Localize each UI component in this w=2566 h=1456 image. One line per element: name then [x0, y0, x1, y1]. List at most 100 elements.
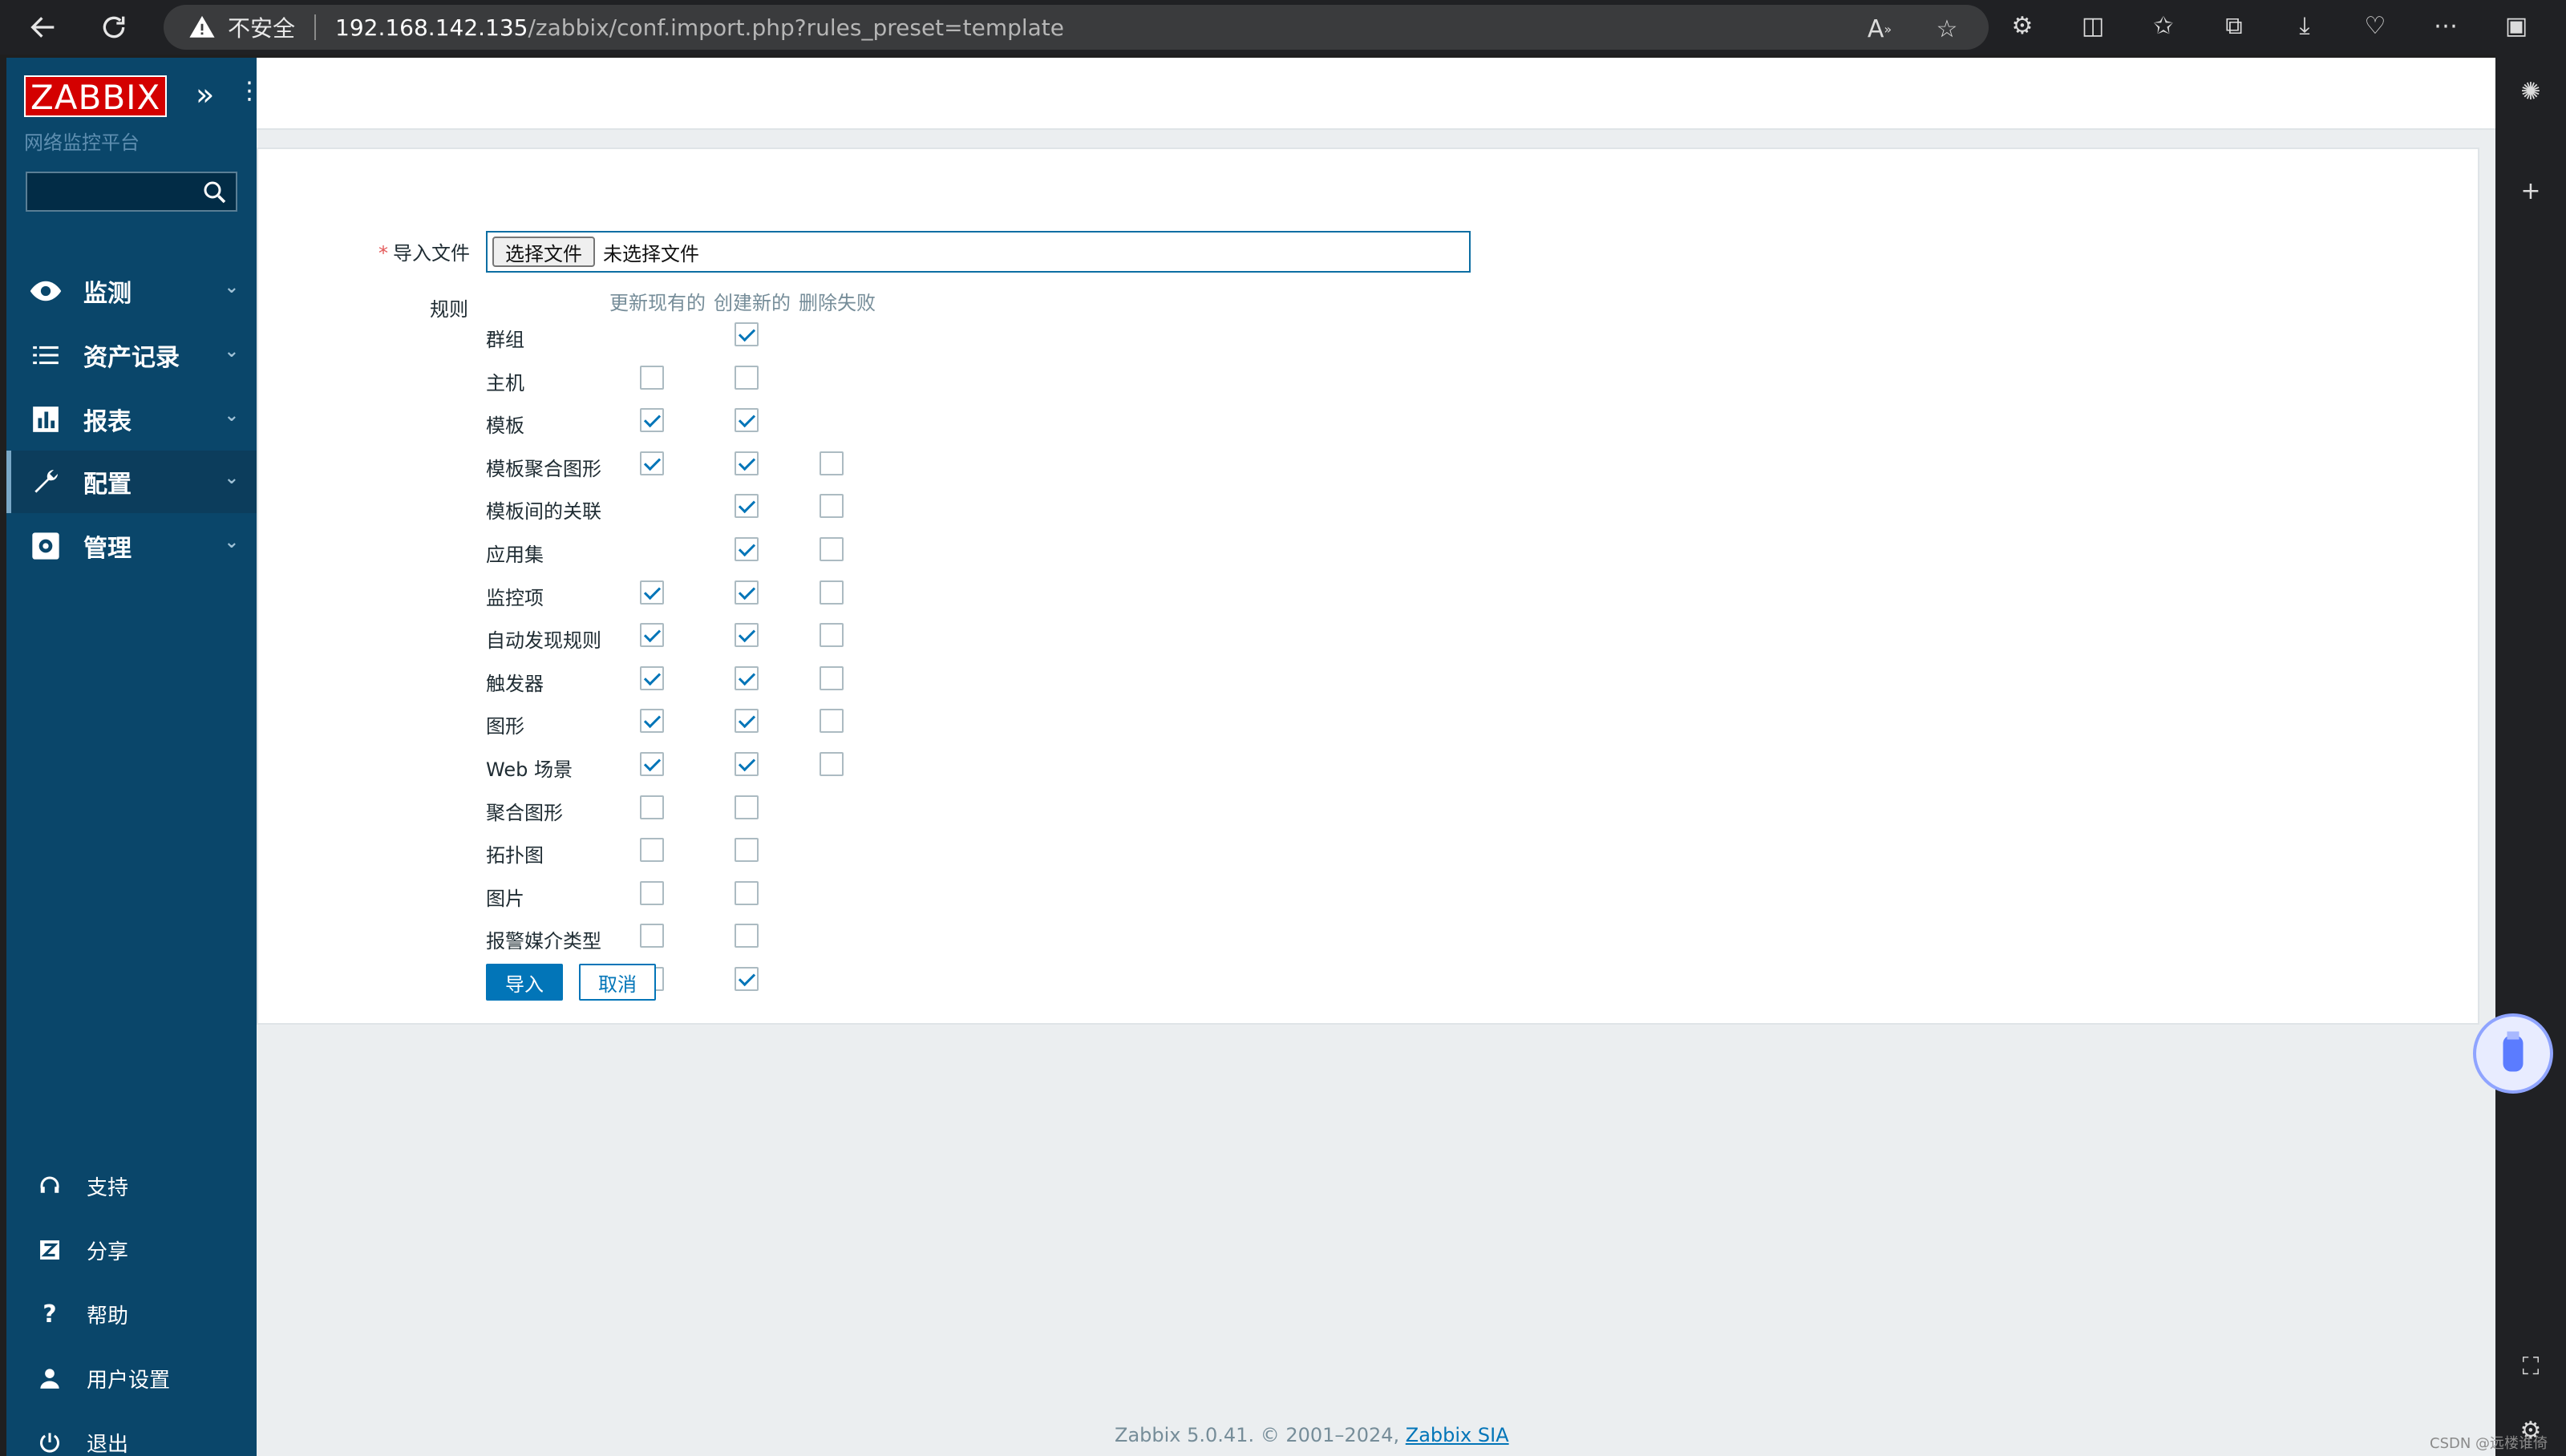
update-checkbox[interactable]: [640, 924, 664, 948]
footer-label: 退出: [87, 1432, 129, 1456]
update-checkbox[interactable]: [640, 580, 664, 605]
help-icon: ?: [42, 1300, 57, 1329]
file-input[interactable]: 选择文件 未选择文件: [486, 231, 1471, 273]
main-content: * 导入文件 选择文件 未选择文件 规则 更新现有的 创建新的 删除失败 群组 主机…: [257, 58, 2495, 1456]
delete-checkbox[interactable]: [820, 580, 844, 605]
create-checkbox[interactable]: [735, 623, 759, 648]
delete-checkbox[interactable]: [820, 665, 844, 690]
search-icon[interactable]: [200, 178, 229, 207]
create-checkbox[interactable]: [735, 795, 759, 819]
headset-icon: [34, 1170, 66, 1202]
list-icon: [27, 337, 64, 374]
create-checkbox[interactable]: [735, 838, 759, 863]
collapse-sidebar-icon[interactable]: »: [196, 77, 214, 112]
favorites-icon[interactable]: ✩: [2146, 8, 2181, 43]
collections-icon[interactable]: ⧉: [2216, 8, 2252, 43]
browser-toolbar: 不安全 192.168.142.135 /zabbix/conf.import.…: [0, 0, 2566, 55]
delete-checkbox[interactable]: [820, 537, 844, 561]
delete-checkbox[interactable]: [820, 752, 844, 776]
update-checkbox[interactable]: [640, 838, 664, 863]
wrench-icon: [27, 463, 64, 500]
read-aloud-icon[interactable]: A»: [1862, 11, 1897, 47]
add-icon[interactable]: +: [2513, 173, 2548, 208]
import-button[interactable]: 导入: [486, 964, 563, 1001]
rule-label: 图片: [486, 887, 524, 910]
menu-inventory[interactable]: 资产记录 ⌄: [6, 324, 257, 386]
delete-checkbox[interactable]: [820, 451, 844, 475]
create-checkbox[interactable]: [735, 967, 759, 991]
chevron-down-icon: ⌄: [224, 468, 239, 488]
sidebar-toggle-icon[interactable]: ▣: [2499, 8, 2534, 43]
create-checkbox[interactable]: [735, 924, 759, 948]
create-checkbox[interactable]: [735, 408, 759, 433]
update-checkbox[interactable]: [640, 880, 664, 905]
menu-label: 管理: [83, 535, 132, 563]
floating-assistant-icon[interactable]: [2473, 1013, 2553, 1094]
download-icon[interactable]: ⤓: [2287, 8, 2322, 43]
back-icon[interactable]: [19, 3, 67, 51]
favorite-star-icon[interactable]: ☆: [1929, 11, 1965, 47]
update-checkbox[interactable]: [640, 365, 664, 390]
url-path: /zabbix/conf.import.php?rules_preset=tem…: [528, 14, 1065, 41]
create-checkbox[interactable]: [735, 322, 759, 346]
share-icon: [34, 1234, 66, 1266]
rule-label: 图形: [486, 715, 524, 738]
create-checkbox[interactable]: [735, 494, 759, 519]
extensions-icon[interactable]: ⚙: [2005, 8, 2040, 43]
create-checkbox[interactable]: [735, 709, 759, 734]
reload-icon[interactable]: [90, 3, 138, 51]
delete-checkbox[interactable]: [820, 494, 844, 519]
chevron-down-icon: ⌄: [224, 277, 239, 297]
footer-help[interactable]: ? 帮助: [6, 1286, 257, 1342]
create-checkbox[interactable]: [735, 537, 759, 561]
menu-reports[interactable]: 报表 ⌄: [6, 388, 257, 451]
menu-monitoring[interactable]: 监测 ⌄: [6, 260, 257, 322]
menu-configuration[interactable]: 配置 ⌄: [6, 451, 257, 513]
required-marker: *: [378, 242, 388, 265]
cancel-button[interactable]: 取消: [579, 964, 656, 1001]
create-checkbox[interactable]: [735, 880, 759, 905]
delete-checkbox[interactable]: [820, 709, 844, 734]
footer-logout[interactable]: 退出: [6, 1414, 257, 1456]
choose-file-button[interactable]: 选择文件: [492, 237, 595, 267]
import-file-label: * 导入文件: [378, 237, 470, 265]
update-checkbox[interactable]: [640, 709, 664, 734]
zabbix-logo[interactable]: ZABBIX: [24, 75, 168, 117]
insecure-label: 不安全: [228, 15, 296, 42]
search-input[interactable]: [26, 172, 237, 212]
create-checkbox[interactable]: [735, 752, 759, 776]
update-checkbox[interactable]: [640, 623, 664, 648]
menu-label: 配置: [83, 471, 132, 499]
more-icon[interactable]: ⋯: [2428, 8, 2463, 43]
footer-label: 用户设置: [87, 1368, 171, 1393]
create-checkbox[interactable]: [735, 665, 759, 690]
screenshot-icon[interactable]: ⛶: [2513, 1349, 2548, 1384]
chevron-down-icon: ⌄: [224, 342, 239, 362]
delete-checkbox[interactable]: [820, 623, 844, 648]
rule-label: Web 场景: [486, 758, 573, 781]
create-checkbox[interactable]: [735, 365, 759, 390]
footer-copyright: Zabbix 5.0.41. © 2001–2024,: [1115, 1424, 1400, 1446]
update-checkbox[interactable]: [640, 795, 664, 819]
health-icon[interactable]: ♡: [2358, 8, 2393, 43]
address-bar[interactable]: 不安全 192.168.142.135 /zabbix/conf.import.…: [164, 5, 1989, 50]
footer-user-settings[interactable]: 用户设置: [6, 1350, 257, 1406]
warning-icon: [188, 13, 217, 42]
update-checkbox[interactable]: [640, 752, 664, 776]
rule-label: 群组: [486, 329, 524, 351]
rule-label: 自动发现规则: [486, 629, 601, 653]
copilot-icon[interactable]: ✺: [2513, 74, 2548, 109]
rule-label: 监控项: [486, 586, 544, 609]
menu-administration[interactable]: 管理 ⌄: [6, 515, 257, 577]
zabbix-sia-link[interactable]: Zabbix SIA: [1406, 1424, 1509, 1446]
import-file-label-text: 导入文件: [393, 242, 470, 265]
update-checkbox[interactable]: [640, 408, 664, 433]
split-screen-icon[interactable]: ◫: [2075, 8, 2111, 43]
create-checkbox[interactable]: [735, 451, 759, 475]
gear-icon: [27, 528, 64, 564]
create-checkbox[interactable]: [735, 580, 759, 605]
update-checkbox[interactable]: [640, 665, 664, 690]
footer-share[interactable]: 分享: [6, 1222, 257, 1278]
footer-support[interactable]: 支持: [6, 1158, 257, 1214]
update-checkbox[interactable]: [640, 451, 664, 475]
